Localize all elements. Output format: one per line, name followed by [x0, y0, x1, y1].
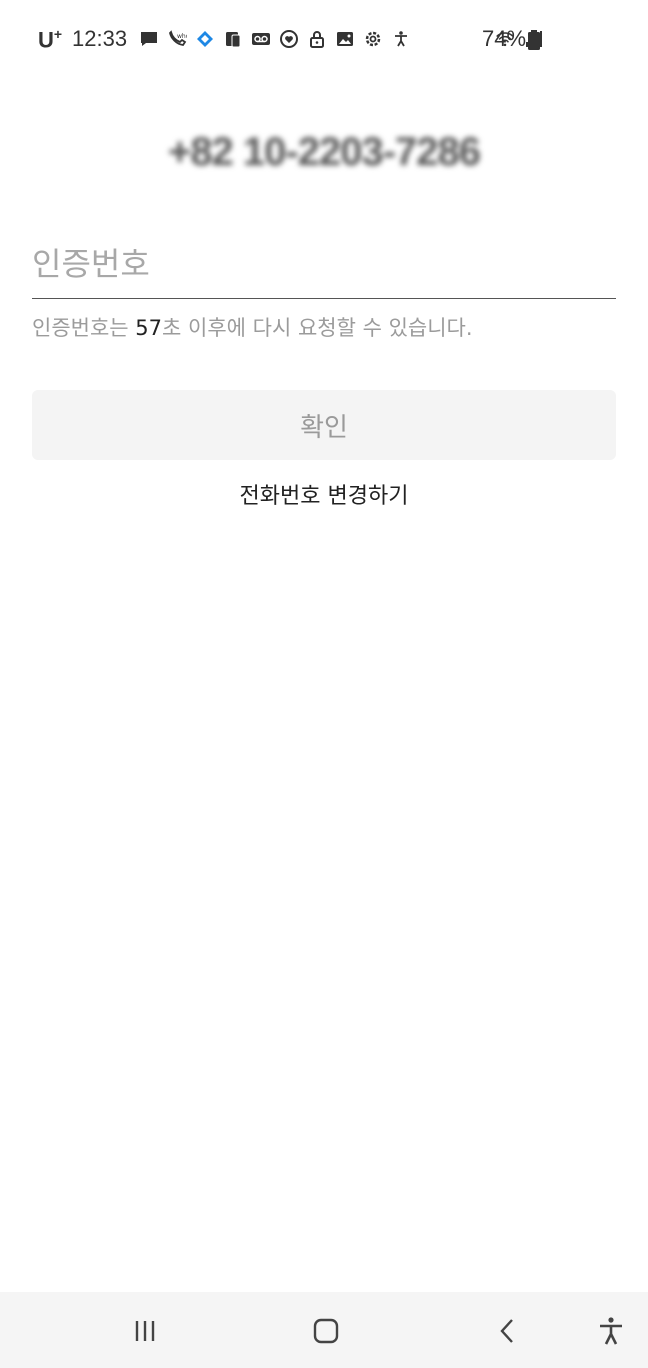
phone-number: +82 10-2203-7286 — [167, 130, 481, 174]
back-button[interactable] — [483, 1306, 533, 1356]
status-bar: U+ 12:33 who — [0, 0, 648, 80]
helper-suffix: 초 이후에 다시 요청할 수 있습니다. — [162, 316, 473, 340]
verification-code-input[interactable] — [32, 236, 616, 292]
recent-apps-button[interactable] — [120, 1306, 170, 1356]
battery-percent: 74% — [482, 26, 527, 51]
phone-who-icon: who — [166, 28, 188, 50]
helper-prefix: 인증번호는 — [32, 316, 136, 340]
gallery-icon — [334, 28, 356, 50]
carrier-label: U+ — [38, 26, 63, 53]
phone-mirror-icon — [222, 28, 244, 50]
svg-text:who: who — [177, 33, 187, 40]
lock-icon — [306, 28, 328, 50]
navigation-bar — [0, 1292, 648, 1368]
notification-icons: who — [138, 28, 412, 50]
message-icon — [138, 28, 160, 50]
resend-helper-text: 인증번호는 57초 이후에 다시 요청할 수 있습니다. — [32, 312, 473, 342]
voicemail-icon — [250, 28, 272, 50]
heart-circle-icon — [278, 28, 300, 50]
settings-icon — [362, 28, 384, 50]
accessibility-icon — [390, 28, 412, 50]
home-button[interactable] — [301, 1306, 351, 1356]
confirm-button[interactable]: 확인 — [32, 390, 616, 460]
accessibility-button[interactable] — [586, 1306, 636, 1356]
accessibility-icon — [600, 1317, 622, 1345]
back-icon — [500, 1319, 513, 1343]
battery-icon — [528, 30, 540, 50]
countdown-seconds: 57 — [135, 316, 163, 340]
code-input-container — [32, 236, 616, 299]
change-phone-link[interactable]: 전화번호 변경하기 — [0, 478, 648, 510]
status-time: 12:33 — [72, 26, 128, 51]
recent-apps-icon — [135, 1321, 155, 1341]
diamond-app-icon — [194, 28, 216, 50]
home-icon — [313, 1318, 339, 1344]
